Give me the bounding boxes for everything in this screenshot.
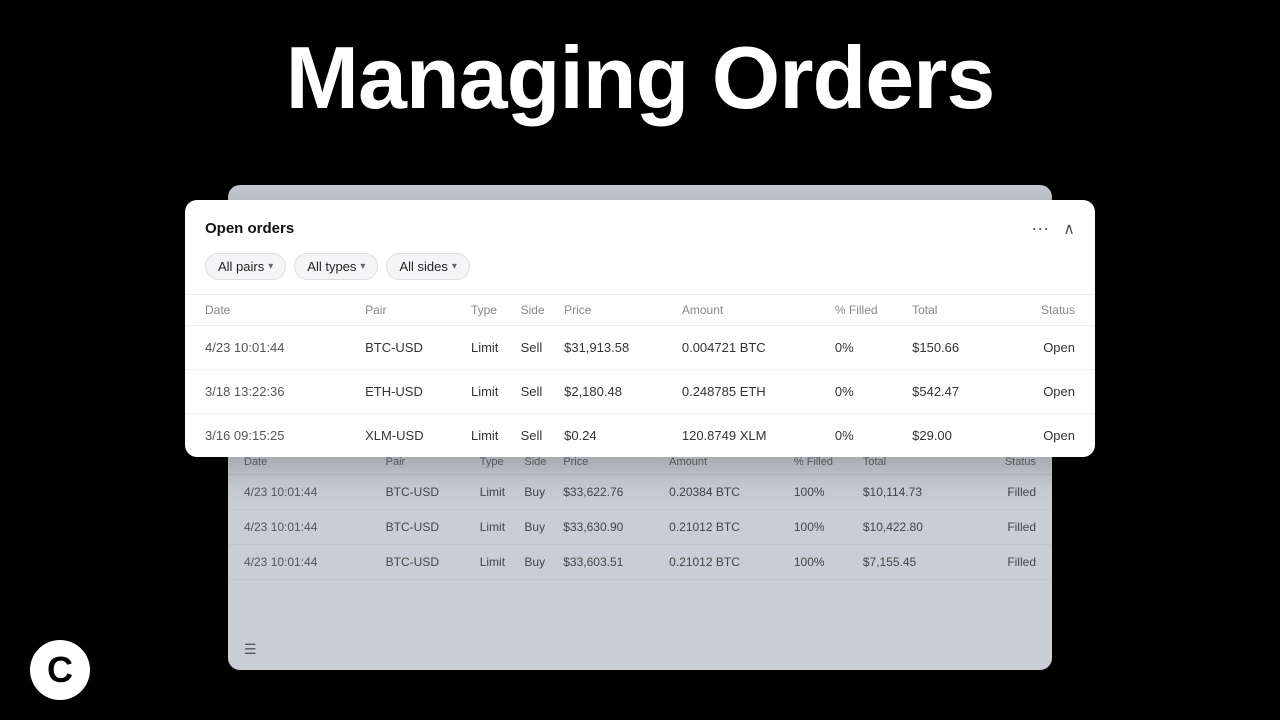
bg-cell-pct-filled: 100% — [794, 510, 863, 545]
bg-cell-pair: BTC-USD — [386, 545, 480, 580]
col-amount: Amount — [682, 295, 835, 326]
table-row: 4/23 10:01:44 BTC-USD Limit Buy $33,603.… — [228, 545, 1052, 580]
open-orders-title: Open orders — [205, 220, 294, 237]
hamburger-icon[interactable]: ☰ — [244, 641, 257, 658]
cell-total: $29.00 — [912, 414, 997, 458]
col-side: Side — [521, 295, 564, 326]
panel-menu-button[interactable]: ··· — [1025, 216, 1055, 241]
open-orders-table: Date Pair Type Side Price Amount % Fille… — [185, 294, 1095, 457]
bg-cell-amount: 0.21012 BTC — [669, 510, 794, 545]
bg-cell-side: Buy — [524, 545, 563, 580]
cell-price: $31,913.58 — [564, 326, 682, 370]
bg-cell-amount: 0.20384 BTC — [669, 475, 794, 510]
bg-cell-type: Limit — [480, 475, 525, 510]
cell-pair: BTC-USD — [365, 326, 471, 370]
bg-cell-status: Filled — [969, 545, 1052, 580]
cell-type: Limit — [471, 414, 521, 458]
coinbase-c-icon: C — [47, 652, 73, 688]
panel-header: Open orders ··· ∧ — [185, 200, 1095, 253]
cell-pair: ETH-USD — [365, 370, 471, 414]
col-status: Status — [997, 295, 1095, 326]
cell-pct-filled: 0% — [835, 326, 912, 370]
bg-cell-total: $10,114.73 — [863, 475, 969, 510]
table-row: 4/23 10:01:44 BTC-USD Limit Sell $31,913… — [185, 326, 1095, 370]
bg-cell-amount: 0.21012 BTC — [669, 545, 794, 580]
all-pairs-chevron-icon: ▾ — [268, 261, 273, 272]
col-price: Price — [564, 295, 682, 326]
bg-cell-type: Limit — [480, 545, 525, 580]
cell-side: Sell — [521, 326, 564, 370]
all-types-filter[interactable]: All types ▾ — [294, 253, 378, 280]
cell-date: 4/23 10:01:44 — [185, 326, 365, 370]
cell-price: $2,180.48 — [564, 370, 682, 414]
cell-side: Sell — [521, 414, 564, 458]
bg-cell-type: Limit — [480, 510, 525, 545]
cell-status: Open — [997, 326, 1095, 370]
cell-status: Open — [997, 414, 1095, 458]
bg-cell-price: $33,622.76 — [563, 475, 669, 510]
cell-amount: 0.248785 ETH — [682, 370, 835, 414]
bg-cell-price: $33,603.51 — [563, 545, 669, 580]
bg-cell-pct-filled: 100% — [794, 545, 863, 580]
bg-cell-total: $7,155.45 — [863, 545, 969, 580]
table-row: 4/23 10:01:44 BTC-USD Limit Buy $33,622.… — [228, 475, 1052, 510]
all-sides-label: All sides — [399, 259, 447, 274]
bg-cell-date: 4/23 10:01:44 — [228, 475, 386, 510]
table-row: 3/16 09:15:25 XLM-USD Limit Sell $0.24 1… — [185, 414, 1095, 458]
bg-cell-status: Filled — [969, 475, 1052, 510]
cell-type: Limit — [471, 370, 521, 414]
bg-cell-side: Buy — [524, 510, 563, 545]
bg-cell-pair: BTC-USD — [386, 475, 480, 510]
bg-cell-date: 4/23 10:01:44 — [228, 545, 386, 580]
cell-pair: XLM-USD — [365, 414, 471, 458]
page-title: Managing Orders — [0, 30, 1280, 127]
bg-cell-pair: BTC-USD — [386, 510, 480, 545]
col-pct-filled: % Filled — [835, 295, 912, 326]
col-date: Date — [185, 295, 365, 326]
coinbase-logo: C — [30, 640, 90, 700]
panel-actions: ··· ∧ — [1025, 216, 1075, 241]
bg-cell-price: $33,630.90 — [563, 510, 669, 545]
open-orders-filter-bar: All pairs ▾ All types ▾ All sides ▾ — [185, 253, 1095, 294]
col-pair: Pair — [365, 295, 471, 326]
cell-total: $150.66 — [912, 326, 997, 370]
table-row: 3/18 13:22:36 ETH-USD Limit Sell $2,180.… — [185, 370, 1095, 414]
bg-cell-status: Filled — [969, 510, 1052, 545]
open-orders-panel: Open orders ··· ∧ All pairs ▾ All types … — [185, 200, 1095, 457]
all-types-label: All types — [307, 259, 356, 274]
cell-status: Open — [997, 370, 1095, 414]
cell-side: Sell — [521, 370, 564, 414]
cell-date: 3/16 09:15:25 — [185, 414, 365, 458]
cell-pct-filled: 0% — [835, 414, 912, 458]
all-pairs-label: All pairs — [218, 259, 264, 274]
bg-orders-table: Date Pair Type Side Price Amount % Fille… — [228, 449, 1052, 580]
cell-pct-filled: 0% — [835, 370, 912, 414]
bg-cell-pct-filled: 100% — [794, 475, 863, 510]
bg-cell-side: Buy — [524, 475, 563, 510]
all-pairs-filter[interactable]: All pairs ▾ — [205, 253, 286, 280]
all-types-chevron-icon: ▾ — [360, 261, 365, 272]
all-sides-filter[interactable]: All sides ▾ — [386, 253, 469, 280]
cell-amount: 0.004721 BTC — [682, 326, 835, 370]
bg-cell-date: 4/23 10:01:44 — [228, 510, 386, 545]
bg-cell-total: $10,422.80 — [863, 510, 969, 545]
table-row: 4/23 10:01:44 BTC-USD Limit Buy $33,630.… — [228, 510, 1052, 545]
panel-collapse-button[interactable]: ∧ — [1063, 219, 1075, 239]
col-total: Total — [912, 295, 997, 326]
cell-total: $542.47 — [912, 370, 997, 414]
col-type: Type — [471, 295, 521, 326]
cell-price: $0.24 — [564, 414, 682, 458]
all-sides-chevron-icon: ▾ — [452, 261, 457, 272]
cell-type: Limit — [471, 326, 521, 370]
cell-date: 3/18 13:22:36 — [185, 370, 365, 414]
cell-amount: 120.8749 XLM — [682, 414, 835, 458]
